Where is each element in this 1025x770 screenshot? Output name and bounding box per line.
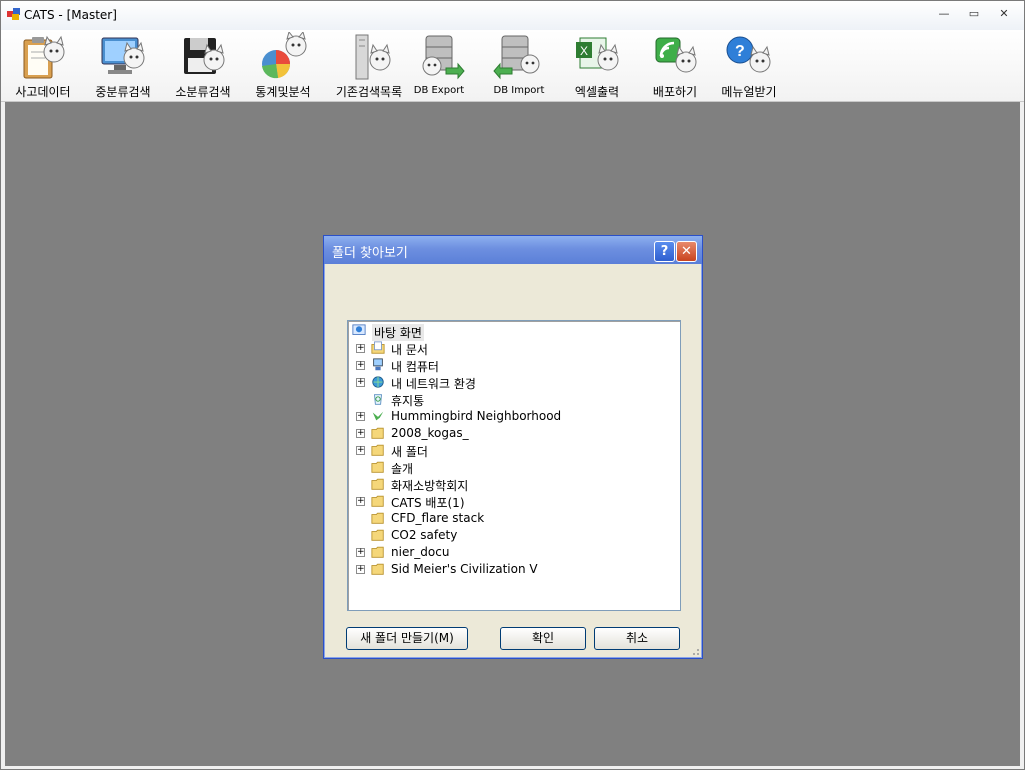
tree-item-label: 내 컴퓨터 <box>391 360 439 374</box>
folder-icon <box>371 461 384 473</box>
toolbar-label: 메뉴얼받기 <box>721 85 777 99</box>
toolbar-label: 배포하기 <box>652 85 698 99</box>
tree-item-label: Sid Meier's Civilization V <box>391 562 538 576</box>
tree-item-label: nier_docu <box>391 545 450 559</box>
expand-icon[interactable]: + <box>356 429 365 438</box>
db-import-cat-icon <box>493 35 540 80</box>
maximize-button[interactable]: ▭ <box>963 7 985 23</box>
toolbar-button-mid-category-search[interactable]: 중분류검색 <box>87 32 159 100</box>
toolbar-button-download-manual[interactable]: ? 메뉴얼받기 <box>713 32 785 100</box>
folder-tree[interactable]: 바탕 화면 + 내 문서 + 내 컴퓨터 + 내 네트워크 환경휴지통 + Hummingbir… <box>347 320 681 611</box>
ok-button[interactable]: 확인 <box>500 627 586 650</box>
expand-icon[interactable]: + <box>356 344 365 353</box>
toolbar-label: 사고데이터 <box>15 85 71 99</box>
folder-icon <box>371 546 384 558</box>
tree-item-label: CFD_flare stack <box>391 511 485 525</box>
recycle-bin-icon <box>374 394 382 405</box>
toolbar-button-previous-search-list[interactable]: 기존검색목록 <box>327 32 411 100</box>
tree-item-label: 내 문서 <box>391 343 428 357</box>
tree-item-label: 휴지통 <box>391 394 425 408</box>
folder-icon <box>371 529 384 541</box>
tree-item-label: 2008_kogas_ <box>391 426 469 440</box>
clipboard-cat-icon <box>23 35 65 79</box>
dialog-close-button[interactable]: ✕ <box>676 241 697 262</box>
toolbar-button-excel-output[interactable]: X 엑셀출력 <box>563 32 631 100</box>
toolbar-button-db-import[interactable]: DB Import <box>485 32 553 100</box>
toolbar: 사고데이터 중분류검색 소분류검색 통계및분석 기존검색목록 DB Export… <box>1 30 1024 102</box>
dialog-title: 폴더 찾아보기 <box>332 246 408 261</box>
server-cat-icon <box>355 34 391 80</box>
expand-icon[interactable]: + <box>356 446 365 455</box>
toolbar-button-sub-category-search[interactable]: 소분류검색 <box>167 32 239 100</box>
floppy-cat-icon <box>184 38 225 74</box>
new-folder-button[interactable]: 새 폴더 만들기(M) <box>346 627 468 650</box>
window-title: CATS - [Master] <box>24 8 117 22</box>
expand-icon[interactable]: + <box>356 361 365 370</box>
title-bar: CATS - [Master] — ▭ ✕ <box>1 1 1024 31</box>
desktop-icon <box>352 324 366 335</box>
db-export-cat-icon <box>422 35 465 80</box>
toolbar-label: DB Export <box>413 85 465 96</box>
tree-item-label: 화재소방학회지 <box>391 479 469 493</box>
toolbar-button-deploy[interactable]: 배포하기 <box>641 32 709 100</box>
help-button[interactable]: ? <box>654 241 675 262</box>
tree-item-label: CO2 safety <box>391 528 458 542</box>
expand-icon[interactable]: + <box>356 548 365 557</box>
tree-item-label: Hummingbird Neighborhood <box>391 409 562 423</box>
help-cat-icon: ? <box>726 36 771 73</box>
toolbar-button-statistics-analysis[interactable]: 통계및분석 <box>247 32 319 100</box>
toolbar-button-accident-data[interactable]: 사고데이터 <box>7 32 79 100</box>
tree-item-label: 솔개 <box>391 462 414 476</box>
folder-browse-dialog: 폴더 찾아보기 ? ✕ 바탕 화면 + 내 문서 + 내 컴퓨터 + 내 네트워크 환경휴지… <box>323 235 703 659</box>
folder-icon <box>371 478 384 490</box>
tree-item-label: 새 폴더 <box>391 445 428 459</box>
dialog-title-bar[interactable]: 폴더 찾아보기 ? ✕ <box>324 236 702 264</box>
toolbar-label: 소분류검색 <box>175 85 231 99</box>
svg-text:?: ? <box>735 43 745 60</box>
tree-item-label: 내 네트워크 환경 <box>391 377 476 391</box>
resize-grip-icon[interactable] <box>690 646 700 656</box>
excel-cat-icon: X <box>576 37 619 71</box>
tree-item-label: CATS 배포(1) <box>391 496 465 510</box>
minimize-button[interactable]: — <box>933 7 955 23</box>
toolbar-label: 중분류검색 <box>95 85 151 99</box>
documents-folder-icon <box>371 341 385 354</box>
monitor-cat-icon <box>101 37 145 74</box>
expand-icon[interactable]: + <box>356 378 365 387</box>
expand-icon[interactable]: + <box>356 412 365 421</box>
toolbar-label: DB Import <box>493 85 545 96</box>
hummingbird-icon <box>372 411 384 421</box>
wireless-cat-icon <box>655 37 697 73</box>
toolbar-button-db-export[interactable]: DB Export <box>405 32 473 100</box>
folder-icon <box>371 427 384 439</box>
computer-icon <box>373 358 383 371</box>
expand-icon[interactable]: + <box>356 497 365 506</box>
svg-text:X: X <box>580 44 588 58</box>
tree-item-label: 바탕 화면 <box>372 324 424 341</box>
close-button[interactable]: ✕ <box>993 7 1015 23</box>
app-icon <box>7 8 20 20</box>
toolbar-label: 엑셀출력 <box>574 85 620 99</box>
toolbar-label: 기존검색목록 <box>335 85 403 99</box>
pie-chart-cat-icon <box>262 32 307 79</box>
toolbar-label: 통계및분석 <box>255 85 311 99</box>
expand-icon[interactable]: + <box>356 565 365 574</box>
folder-icon <box>371 444 384 456</box>
folder-icon <box>371 512 384 524</box>
folder-icon <box>371 495 384 507</box>
cancel-button[interactable]: 취소 <box>594 627 680 650</box>
network-icon <box>372 376 384 388</box>
folder-icon <box>371 563 384 575</box>
